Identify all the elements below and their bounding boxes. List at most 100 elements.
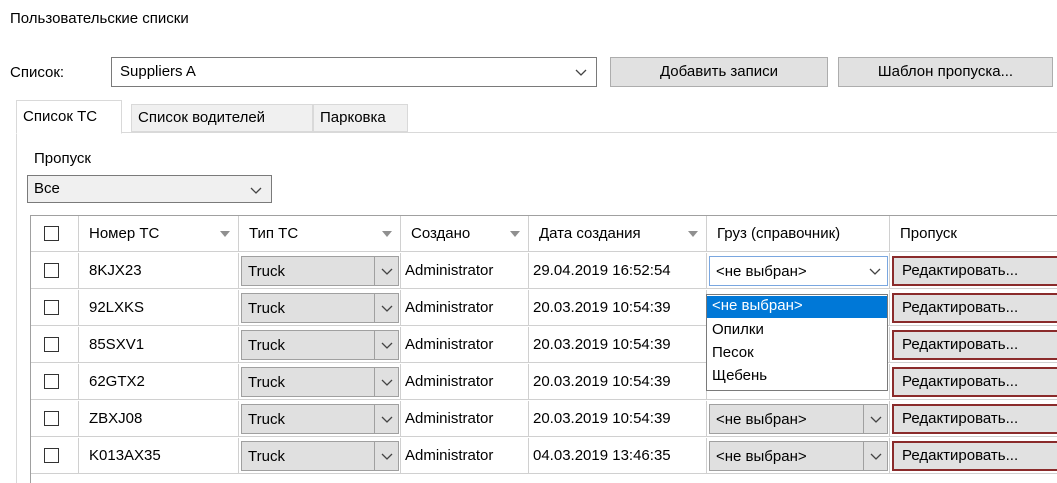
chevron-down-icon — [381, 305, 393, 312]
pass-cell: Редактировать... — [890, 438, 1057, 474]
tab-drivers[interactable]: Список водителей — [131, 104, 313, 132]
cargo-value: <не выбран> — [716, 411, 807, 428]
page-title: Пользовательские списки — [10, 10, 189, 27]
header-number[interactable]: Номер ТС — [79, 216, 239, 252]
header-pass-label: Пропуск — [900, 225, 957, 242]
select-all-checkbox[interactable] — [44, 226, 59, 241]
date-cell: 29.04.2019 16:52:54 — [529, 253, 707, 289]
tab-parking[interactable]: Парковка — [313, 104, 408, 132]
cargo-value: <не выбран> — [716, 448, 807, 465]
tab-panel-border — [16, 132, 1057, 133]
vehicle-number-cell[interactable]: 8KJX23 — [79, 253, 239, 289]
vehicle-type-select[interactable]: Truck — [241, 293, 399, 323]
vehicle-type-select[interactable]: Truck — [241, 404, 399, 434]
chevron-down-icon — [381, 453, 393, 460]
vehicle-type-select[interactable]: Truck — [241, 367, 399, 397]
pass-cell: Редактировать... — [890, 401, 1057, 437]
vehicle-number-cell[interactable]: ZBXJ08 — [79, 401, 239, 437]
table-row[interactable]: 62GTX2 Truck Administrator 20.03.2019 10… — [31, 364, 1057, 400]
vehicle-type-value: Truck — [248, 263, 285, 280]
row-checkbox[interactable] — [44, 374, 59, 389]
list-label: Список: — [10, 64, 65, 81]
vehicle-number-cell[interactable]: 92LXKS — [79, 290, 239, 326]
header-created-by[interactable]: Создано — [401, 216, 529, 252]
cargo-cell[interactable]: <не выбран> — [707, 253, 890, 289]
vehicle-number-cell[interactable]: 62GTX2 — [79, 364, 239, 400]
row-select-cell — [31, 290, 79, 326]
dropdown-option[interactable]: <не выбран> — [707, 296, 887, 318]
pass-template-button[interactable]: Шаблон пропуска... — [838, 57, 1053, 87]
header-date[interactable]: Дата создания — [529, 216, 707, 252]
vehicle-type-select[interactable]: Truck — [241, 256, 399, 286]
row-checkbox[interactable] — [44, 337, 59, 352]
created-by: Administrator — [405, 336, 494, 353]
tab-vehicles[interactable]: Список ТС — [16, 100, 122, 134]
vehicle-type-value: Truck — [248, 300, 285, 317]
pass-filter-value: Все — [34, 180, 60, 197]
cargo-cell[interactable]: <не выбран> — [707, 438, 890, 474]
edit-pass-button[interactable]: Редактировать... — [892, 441, 1057, 471]
table-row[interactable]: 8KJX23 Truck Administrator 29.04.2019 16… — [31, 253, 1057, 289]
vehicle-type-cell[interactable]: Truck — [239, 253, 401, 289]
vehicle-type-cell[interactable]: Truck — [239, 401, 401, 437]
edit-pass-button[interactable]: Редактировать... — [892, 404, 1057, 434]
cargo-dropdown-list: <не выбран> Опилки Песок Щебень — [706, 294, 888, 391]
dropdown-option[interactable]: Песок — [707, 343, 887, 365]
row-checkbox[interactable] — [44, 448, 59, 463]
created-by: Administrator — [405, 299, 494, 316]
created-by-cell: Administrator — [401, 401, 529, 437]
header-pass[interactable]: Пропуск — [890, 216, 1057, 252]
cargo-select[interactable]: <не выбран> — [709, 404, 888, 434]
header-type[interactable]: Тип ТС — [239, 216, 401, 252]
list-select[interactable]: Suppliers A — [111, 57, 597, 87]
add-records-button[interactable]: Добавить записи — [610, 57, 828, 87]
vehicle-number: 62GTX2 — [89, 373, 145, 390]
header-cargo[interactable]: Груз (справочник) — [707, 216, 890, 252]
date-cell: 20.03.2019 10:54:39 — [529, 327, 707, 363]
table-header: Номер ТС Тип ТС Создано Дата создания Гр… — [31, 216, 1057, 252]
created-by-cell: Administrator — [401, 438, 529, 474]
created-date: 20.03.2019 10:54:39 — [533, 336, 671, 353]
created-by: Administrator — [405, 373, 494, 390]
row-checkbox[interactable] — [44, 263, 59, 278]
edit-pass-button[interactable]: Редактировать... — [892, 330, 1057, 360]
vehicle-type-value: Truck — [248, 448, 285, 465]
created-date: 04.03.2019 13:46:35 — [533, 447, 671, 464]
vehicle-type-select[interactable]: Truck — [241, 330, 399, 360]
chevron-down-icon — [381, 268, 393, 275]
cargo-select[interactable]: <не выбран> — [709, 256, 888, 286]
created-date: 20.03.2019 10:54:39 — [533, 373, 671, 390]
table-row[interactable]: K013AX35 Truck Administrator 04.03.2019 … — [31, 438, 1057, 474]
table-row[interactable]: 92LXKS Truck Administrator 20.03.2019 10… — [31, 290, 1057, 326]
table-row[interactable]: 85SXV1 Truck Administrator 20.03.2019 10… — [31, 327, 1057, 363]
vehicle-number: ZBXJ08 — [89, 410, 143, 427]
chevron-down-icon — [869, 268, 881, 275]
vehicle-type-select[interactable]: Truck — [241, 441, 399, 471]
dropdown-option[interactable]: Опилки — [707, 320, 887, 342]
vehicle-type-cell[interactable]: Truck — [239, 364, 401, 400]
vehicle-number-cell[interactable]: 85SXV1 — [79, 327, 239, 363]
header-created-by-label: Создано — [411, 225, 471, 242]
pass-cell: Редактировать... — [890, 364, 1057, 400]
dropdown-option[interactable]: Щебень — [707, 366, 887, 388]
row-checkbox[interactable] — [44, 300, 59, 315]
created-by: Administrator — [405, 410, 494, 427]
created-by-cell: Administrator — [401, 290, 529, 326]
vehicle-type-cell[interactable]: Truck — [239, 290, 401, 326]
vehicle-type-cell[interactable]: Truck — [239, 327, 401, 363]
chevron-down-icon — [250, 187, 262, 194]
row-checkbox[interactable] — [44, 411, 59, 426]
vehicle-type-cell[interactable]: Truck — [239, 438, 401, 474]
cargo-select[interactable]: <не выбран> — [709, 441, 888, 471]
edit-pass-button[interactable]: Редактировать... — [892, 293, 1057, 323]
created-by: Administrator — [405, 262, 494, 279]
vehicle-type-value: Truck — [248, 337, 285, 354]
cargo-cell[interactable]: <не выбран> — [707, 401, 890, 437]
edit-pass-button[interactable]: Редактировать... — [892, 256, 1057, 286]
vehicle-number-cell[interactable]: K013AX35 — [79, 438, 239, 474]
pass-filter-select[interactable]: Все — [27, 175, 272, 203]
table-row[interactable]: ZBXJ08 Truck Administrator 20.03.2019 10… — [31, 401, 1057, 437]
row-select-cell — [31, 327, 79, 363]
edit-pass-button[interactable]: Редактировать... — [892, 367, 1057, 397]
created-by-cell: Administrator — [401, 253, 529, 289]
